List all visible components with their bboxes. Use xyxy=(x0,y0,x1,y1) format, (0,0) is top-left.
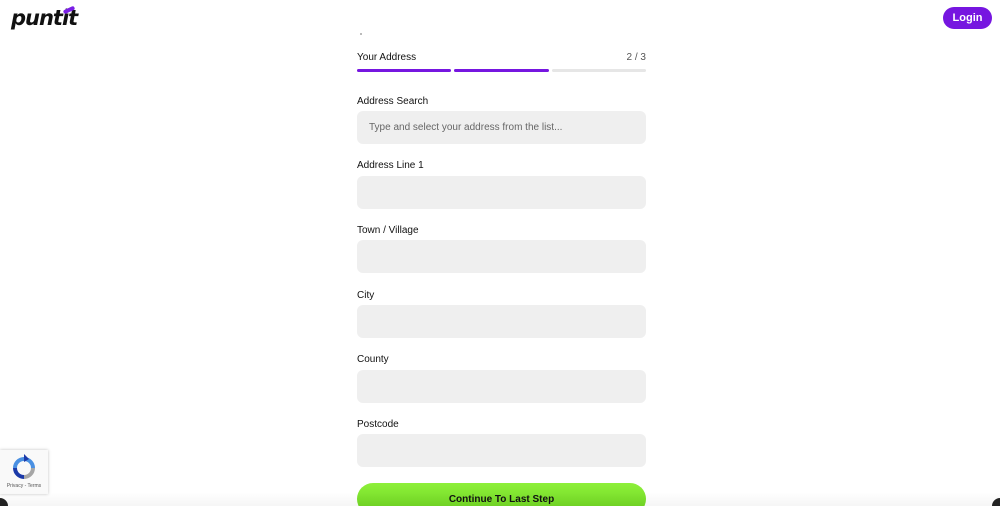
progress-segment-3 xyxy=(551,69,646,72)
postcode-label: Postcode xyxy=(357,419,399,430)
city-input[interactable] xyxy=(357,305,646,338)
continue-to-last-step-button[interactable]: Continue To Last Step xyxy=(357,483,646,506)
step-count: 2 / 3 xyxy=(626,52,646,63)
town-village-label: Town / Village xyxy=(357,225,419,236)
recaptcha-badge[interactable]: Privacy - Terms xyxy=(0,450,48,494)
progress-segment-1 xyxy=(357,69,452,72)
recaptcha-icon xyxy=(13,454,35,479)
scroll-remnant-mark xyxy=(360,33,362,35)
postcode-input[interactable] xyxy=(357,434,646,467)
puntit-logo[interactable]: puntit xyxy=(11,4,91,34)
address-search-input[interactable] xyxy=(357,111,646,144)
progress-segment-2 xyxy=(454,69,549,72)
login-button[interactable]: Login xyxy=(943,7,992,29)
town-village-input[interactable] xyxy=(357,240,646,273)
city-label: City xyxy=(357,290,375,301)
county-input[interactable] xyxy=(357,370,646,403)
address-step-page: puntit Login Your Address 2 / 3 Address … xyxy=(0,0,1000,506)
step-progress-bar xyxy=(357,69,646,72)
step-title: Your Address xyxy=(357,52,417,63)
address-search-label: Address Search xyxy=(357,96,429,107)
recaptcha-privacy-terms-links[interactable]: Privacy - Terms xyxy=(0,483,48,489)
address-line-1-input[interactable] xyxy=(357,176,646,209)
county-label: County xyxy=(357,354,389,365)
bottom-right-corner xyxy=(992,498,1000,506)
bottom-left-corner xyxy=(0,498,8,506)
address-line-1-label: Address Line 1 xyxy=(357,160,424,171)
